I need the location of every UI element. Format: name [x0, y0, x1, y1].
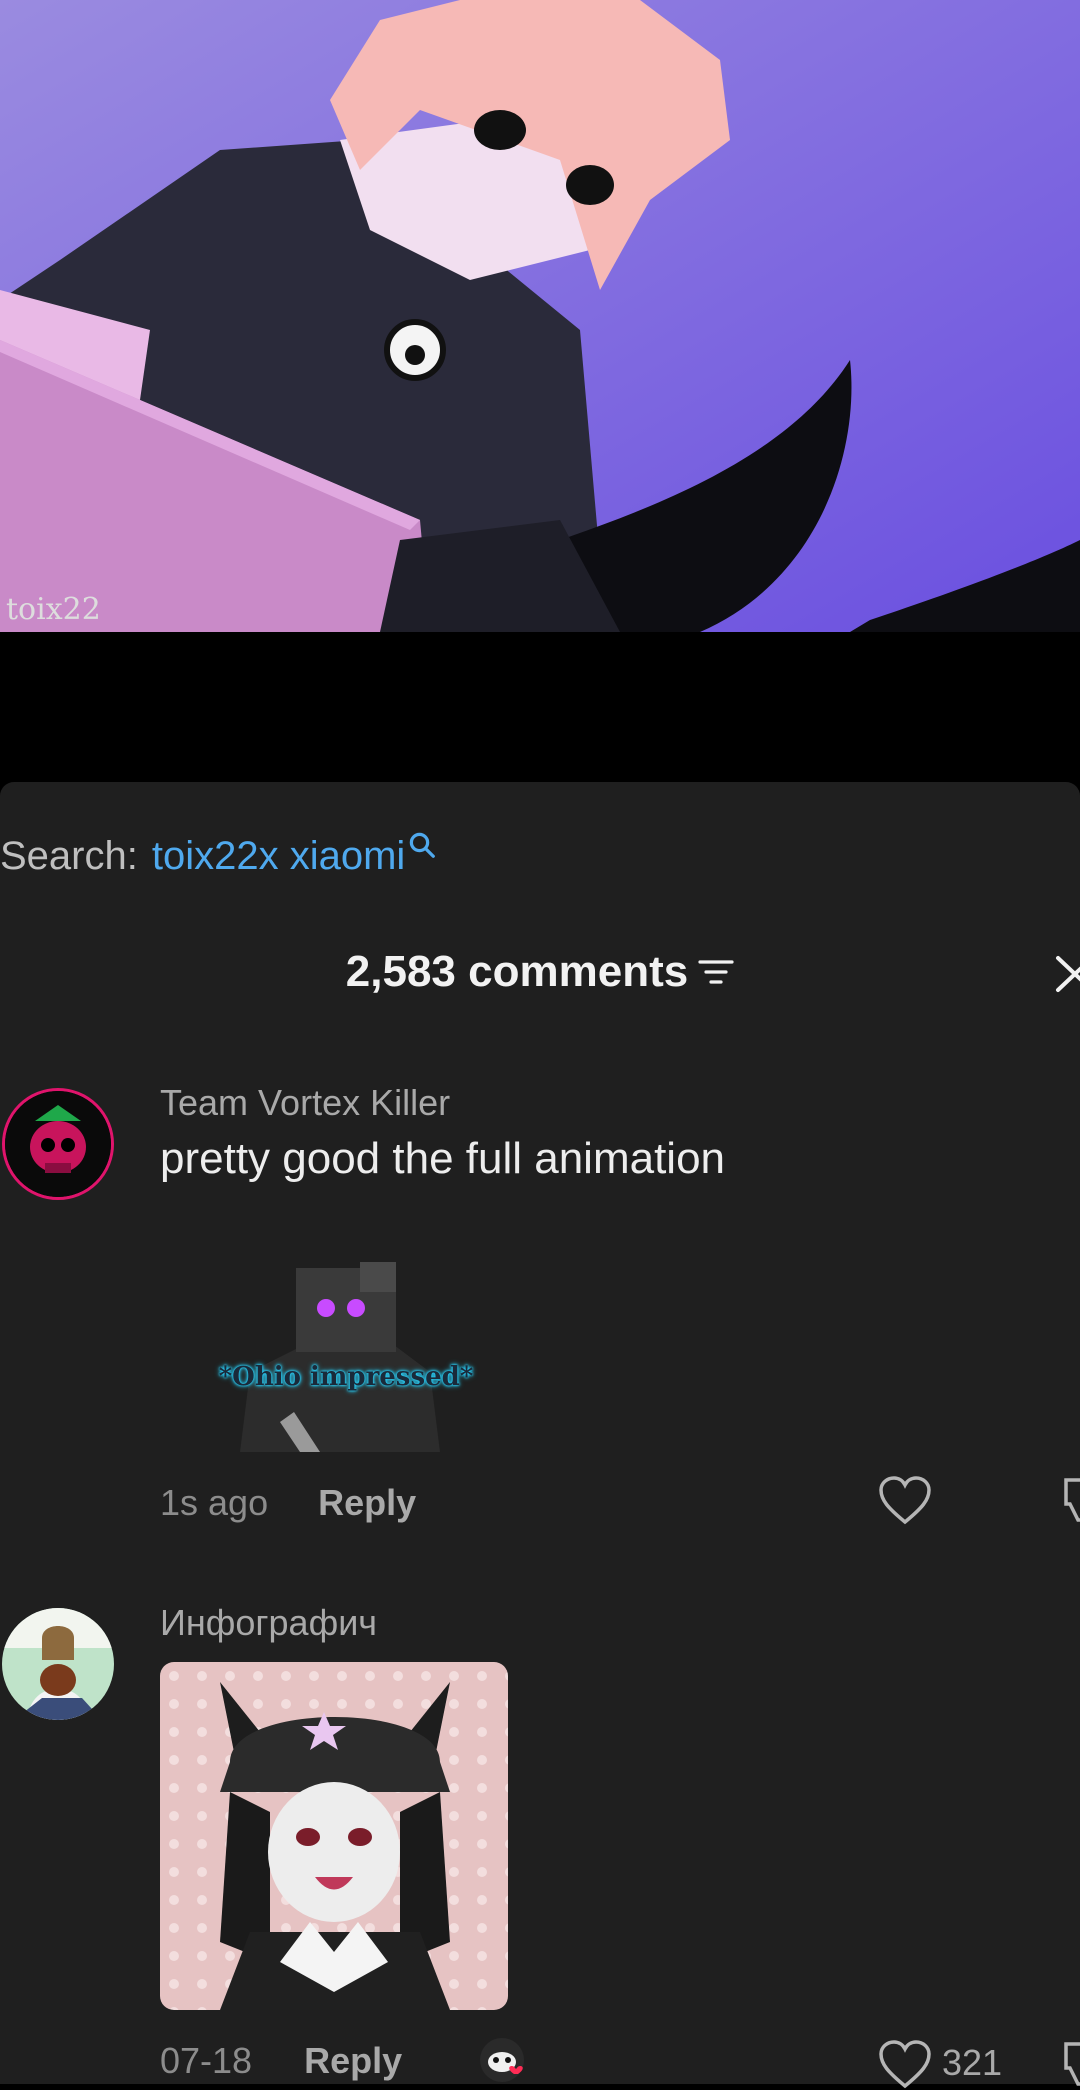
search-term-link[interactable]: toix22x xiaomi — [152, 834, 405, 879]
comments-panel: Search: toix22x xiaomi 2,583 comments Te… — [0, 782, 1080, 2089]
comment-username[interactable]: Инфографич — [160, 1602, 377, 1644]
dislike-icon — [1064, 2042, 1080, 2086]
avatar-character-image — [160, 1662, 508, 2010]
comment-username[interactable]: Team Vortex Killer — [160, 1082, 450, 1124]
like-count: 321 — [942, 2042, 1003, 2083]
user-photo-avatar — [2, 1608, 114, 1720]
comment-count: 2,583 comments — [345, 947, 689, 996]
robot-sticker-image — [210, 1262, 482, 1452]
dislike-icon — [1064, 1478, 1080, 1522]
dislike-button[interactable] — [1062, 1476, 1080, 1526]
avatar[interactable] — [2, 1608, 114, 1720]
search-suggestion[interactable]: Search: toix22x xiaomi — [0, 832, 437, 879]
search-icon — [410, 832, 436, 858]
comment-sticker: *Ohio impressed* — [210, 1262, 482, 1452]
comment-meta-2: 07-18 Reply — [160, 2040, 402, 2082]
comment-image[interactable] — [160, 1662, 508, 2010]
reply-button[interactable]: Reply — [318, 1482, 416, 1524]
search-prefix: Search: — [0, 834, 138, 878]
dislike-button[interactable] — [1062, 2040, 1080, 2090]
creator-liked-avatar-icon — [480, 2038, 524, 2082]
comment-meta: 1s ago Reply — [160, 1482, 416, 1524]
comment-text: pretty good the full animation — [160, 1134, 726, 1183]
skull-avatar-image — [5, 1091, 111, 1197]
comment-time: 07-18 — [160, 2040, 253, 2081]
video-player[interactable]: toix22 — [0, 0, 1080, 632]
like-heart-icon[interactable] — [878, 2040, 932, 2090]
video-watermark: toix22 — [6, 592, 101, 627]
reply-button[interactable]: Reply — [304, 2040, 402, 2082]
comment-time: 1s ago — [160, 1482, 269, 1523]
video-letterbox — [0, 632, 1080, 782]
close-icon — [1056, 956, 1080, 992]
avatar[interactable] — [2, 1088, 114, 1200]
close-comments-button[interactable] — [1050, 950, 1080, 996]
sort-filter-icon[interactable] — [698, 957, 734, 987]
video-frame — [0, 0, 1080, 632]
sticker-caption: *Ohio impressed* — [218, 1362, 474, 1392]
comments-header: 2,583 comments — [0, 947, 1080, 997]
like-heart-icon[interactable] — [878, 1476, 932, 1526]
